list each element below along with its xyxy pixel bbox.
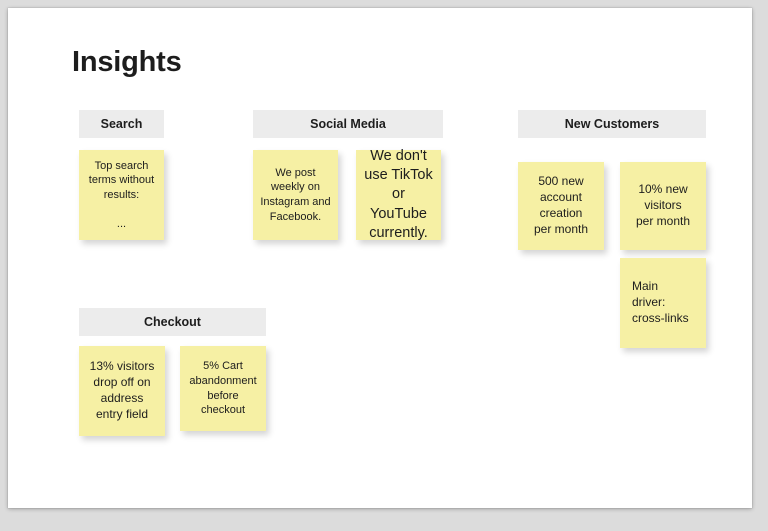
sticky-note-new-customers-1[interactable]: 500 new account creation per month [518, 162, 604, 250]
section-header-checkout[interactable]: Checkout [79, 308, 266, 336]
board-canvas[interactable]: Insights Search Top search terms without… [8, 8, 752, 508]
sticky-note-social-media-1[interactable]: We post weekly on Instagram and Facebook… [253, 150, 338, 240]
section-header-social-media[interactable]: Social Media [253, 110, 443, 138]
sticky-note-new-customers-2[interactable]: 10% new visitors per month [620, 162, 706, 250]
page-title: Insights [72, 46, 182, 78]
sticky-note-new-customers-3[interactable]: Main driver: cross-links [620, 258, 706, 348]
sticky-note-checkout-2[interactable]: 5% Cart abandonment before checkout [180, 346, 266, 431]
section-header-new-customers[interactable]: New Customers [518, 110, 706, 138]
sticky-note-social-media-2[interactable]: We don't use TikTok or YouTube currently… [356, 148, 441, 241]
sticky-note-search-1[interactable]: Top search terms without results: ... [79, 150, 164, 240]
section-header-search[interactable]: Search [79, 110, 164, 138]
sticky-note-checkout-1[interactable]: 13% visitors drop off on address entry f… [79, 346, 165, 436]
